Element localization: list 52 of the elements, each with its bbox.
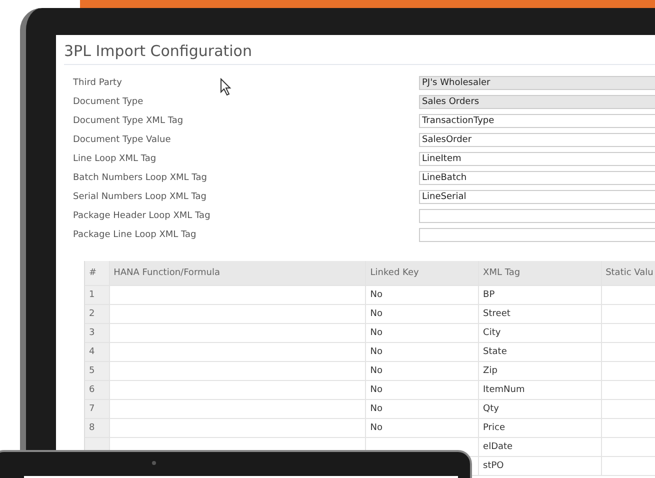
table-cell: Street — [479, 305, 602, 323]
row-number: 7 — [85, 400, 110, 418]
input-field[interactable] — [419, 209, 655, 223]
column-header[interactable]: Static Valu — [602, 261, 655, 285]
cursor-icon — [220, 78, 232, 96]
row-number: 4 — [85, 343, 110, 361]
table-cell: State — [479, 343, 602, 361]
input-field[interactable]: LineItem — [419, 152, 655, 166]
window-title: 3PL Import Configuration — [64, 42, 655, 65]
table-cell: No — [366, 324, 480, 342]
table-cell: City — [479, 324, 602, 342]
table-cell: No — [366, 305, 480, 323]
table-cell: ItemNum — [479, 381, 602, 399]
input-field[interactable]: PJ's Wholesaler — [419, 76, 655, 90]
row-number: 8 — [85, 419, 110, 437]
column-header[interactable]: HANA Function/Formula — [110, 261, 366, 285]
table-cell: No — [366, 286, 480, 304]
table-cell: No — [366, 381, 480, 399]
field-label: Document Type — [73, 97, 144, 107]
table-cell: elDate — [479, 438, 602, 456]
field-label: Serial Numbers Loop XML Tag — [73, 192, 207, 202]
table-cell: Qty — [479, 400, 602, 418]
table-cell: No — [366, 343, 480, 361]
camera-icon — [152, 461, 156, 465]
field-label: Third Party — [73, 78, 122, 88]
input-field[interactable]: TransactionType — [419, 114, 655, 128]
field-label: Document Type XML Tag — [73, 116, 184, 126]
row-number: 3 — [85, 324, 110, 342]
input-field[interactable]: LineBatch — [419, 171, 655, 185]
field-label: Document Type Value — [73, 135, 171, 145]
row-number: 6 — [85, 381, 110, 399]
field-label: Batch Numbers Loop XML Tag — [73, 173, 207, 183]
field-label: Package Header Loop XML Tag — [73, 211, 210, 221]
table-cell: stPO — [479, 457, 602, 475]
row-number: 1 — [85, 286, 110, 304]
input-field[interactable]: Sales Orders — [419, 95, 655, 109]
table-cell: Price — [479, 419, 602, 437]
table-cell: BP — [479, 286, 602, 304]
field-label: Line Loop XML Tag — [73, 154, 156, 164]
field-label: Package Line Loop XML Tag — [73, 230, 196, 240]
row-number: 5 — [85, 362, 110, 380]
table-cell: No — [366, 400, 480, 418]
table-cell: No — [366, 362, 480, 380]
table-cell: No — [366, 419, 480, 437]
input-field[interactable]: LineSerial — [419, 190, 655, 204]
row-number: 2 — [85, 305, 110, 323]
input-field[interactable] — [419, 228, 655, 242]
column-header[interactable]: Linked Key — [366, 261, 480, 285]
input-field[interactable]: SalesOrder — [419, 133, 655, 147]
column-header[interactable]: XML Tag — [479, 261, 602, 285]
column-header[interactable]: # — [85, 261, 110, 285]
table-cell: Zip — [479, 362, 602, 380]
